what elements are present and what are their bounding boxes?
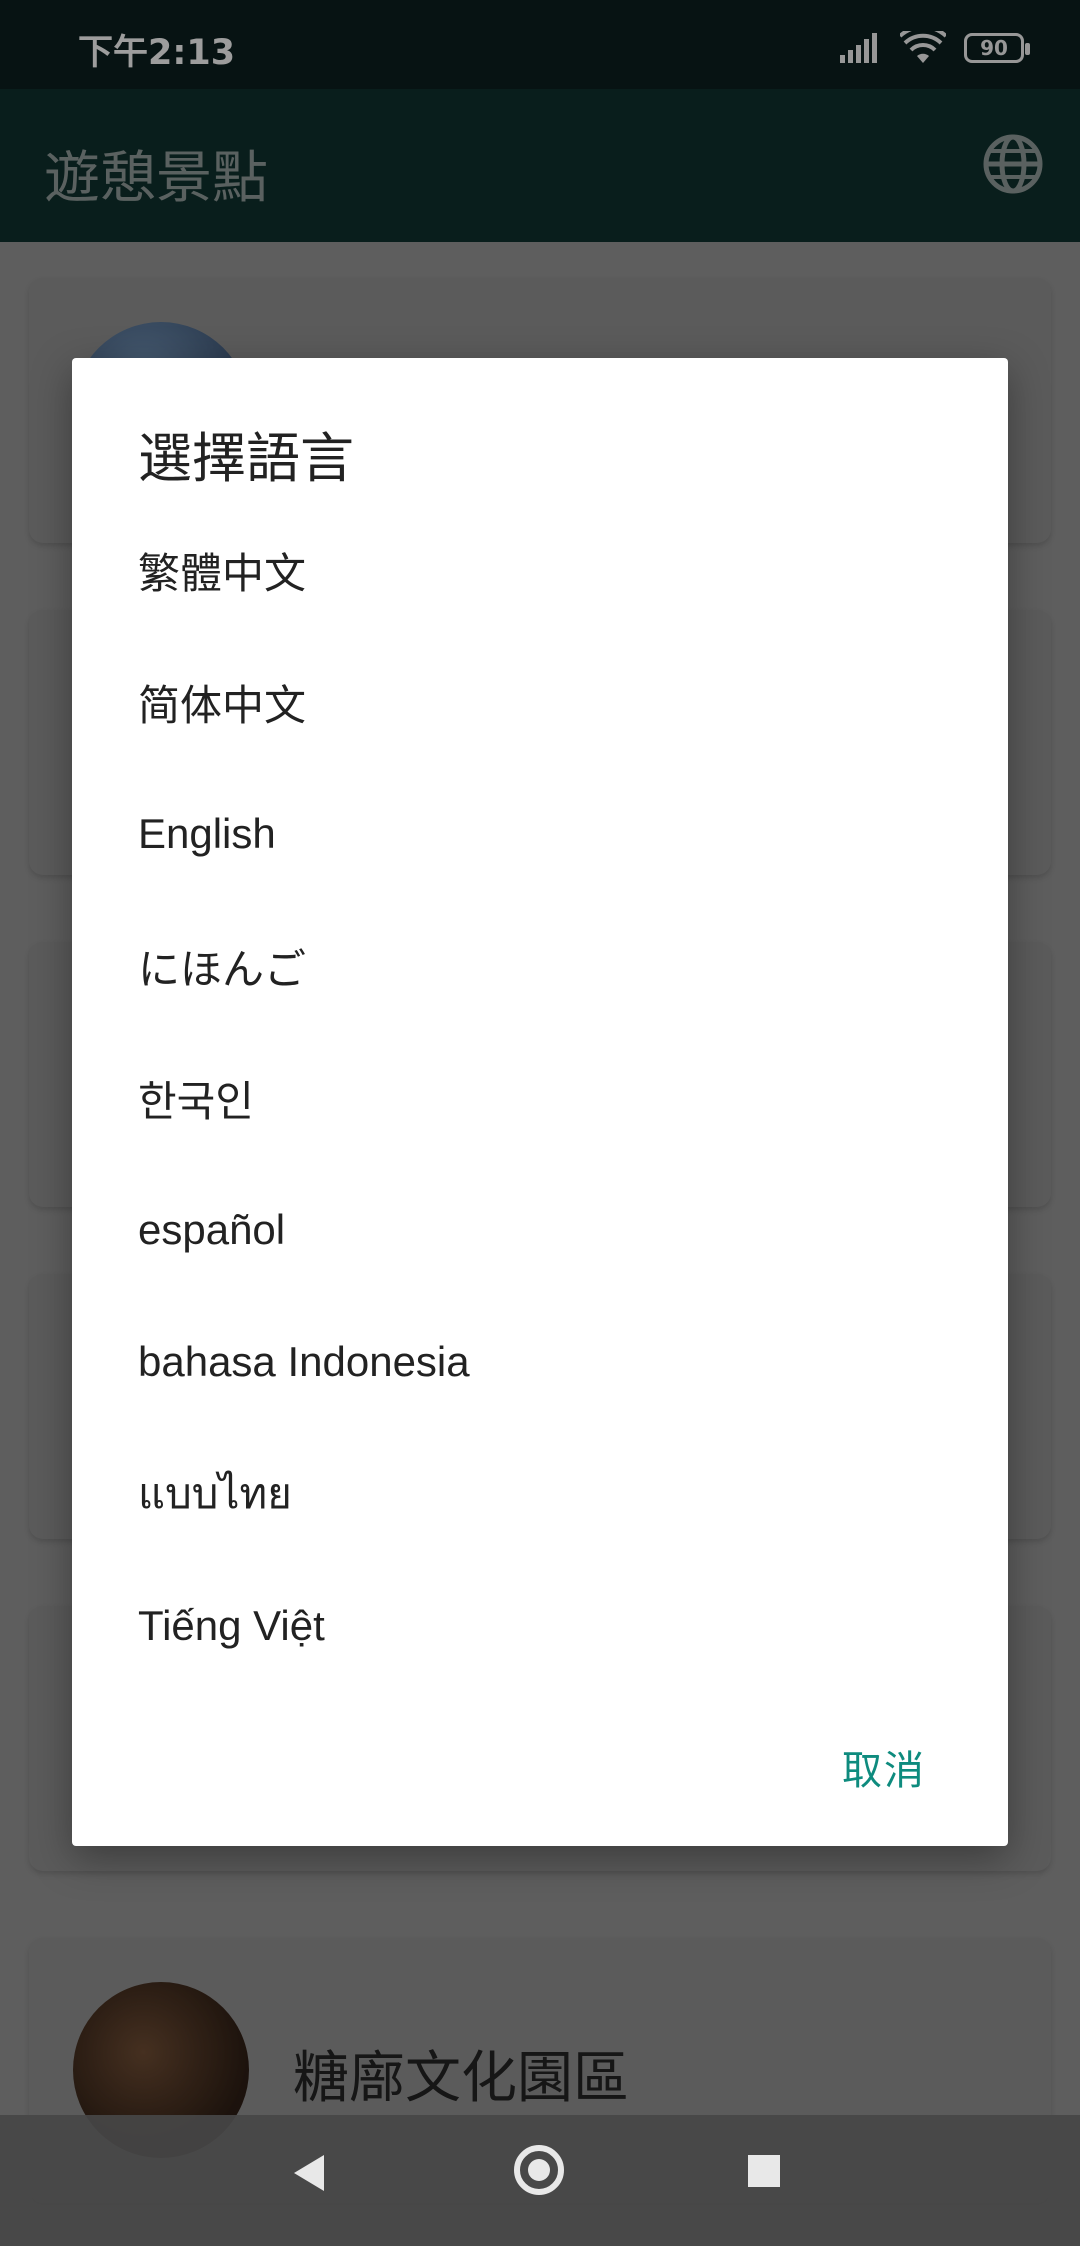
language-option-indonesian[interactable]: bahasa Indonesia <box>138 1296 938 1428</box>
language-option-vietnamese[interactable]: Tiếng Việt <box>138 1560 938 1692</box>
cancel-button[interactable]: 取消 <box>842 1738 926 1796</box>
recent-apps-icon[interactable] <box>748 2155 780 2187</box>
language-option-thai[interactable]: แบบไทย <box>138 1428 938 1560</box>
language-option-spanish[interactable]: español <box>138 1164 938 1296</box>
language-option-japanese[interactable]: にほんご <box>138 900 938 1032</box>
language-option-simplified-chinese[interactable]: 简体中文 <box>138 636 938 768</box>
back-icon[interactable] <box>290 2153 330 2193</box>
system-nav-bar <box>0 2115 1080 2246</box>
language-dialog: 選擇語言 繁體中文 简体中文 English にほんご 한국인 español … <box>72 358 1008 1846</box>
language-option-traditional-chinese[interactable]: 繁體中文 <box>138 504 938 636</box>
home-icon[interactable] <box>514 2145 564 2195</box>
language-option-english[interactable]: English <box>138 768 938 900</box>
dialog-title: 選擇語言 <box>138 427 354 490</box>
language-option-korean[interactable]: 한국인 <box>138 1032 938 1164</box>
